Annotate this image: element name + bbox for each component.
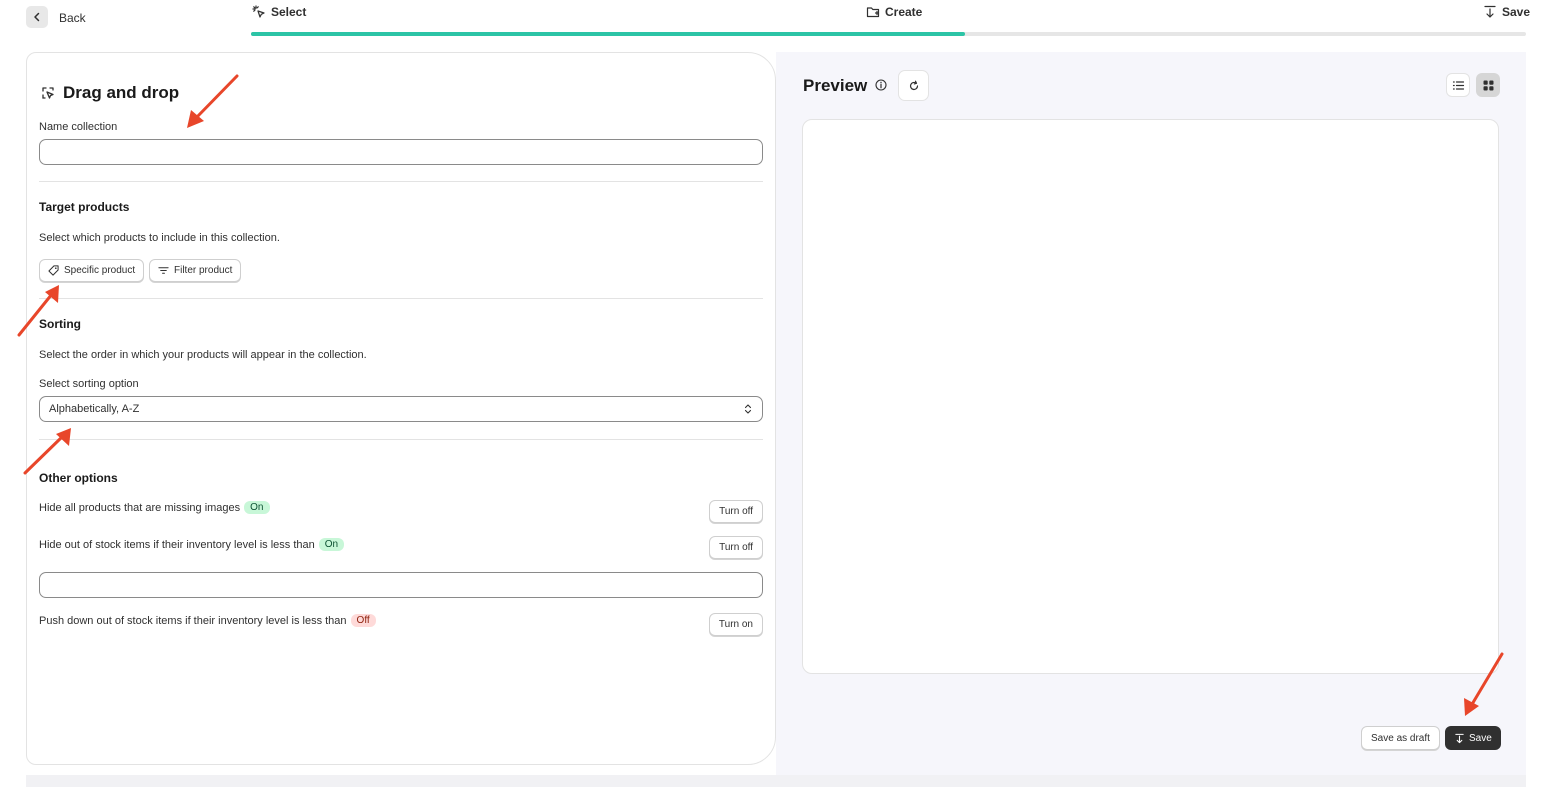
download-icon: [1484, 5, 1496, 18]
chevron-up-down-icon: [744, 404, 752, 414]
step-save[interactable]: Save: [1483, 5, 1530, 19]
specific-product-button[interactable]: Specific product: [39, 259, 145, 282]
save-button-label: Save: [1469, 732, 1492, 744]
download-icon: [1455, 733, 1464, 743]
sorting-selected-value: Alphabetically, A-Z: [49, 403, 140, 415]
section-divider: [39, 298, 763, 299]
specific-product-label: Specific product: [64, 265, 136, 276]
info-icon[interactable]: [875, 79, 887, 91]
filter-icon: [158, 267, 169, 274]
section-divider: [39, 181, 763, 182]
target-products-title: Target products: [39, 200, 130, 214]
push-down-status-badge: Off: [350, 614, 376, 627]
bottom-strip: [26, 775, 1526, 787]
form-title-row: Drag and drop: [41, 83, 179, 103]
preview-canvas: [802, 119, 1499, 674]
form-title: Drag and drop: [63, 83, 180, 102]
step-progress-fill: [251, 32, 965, 36]
sorting-select-label: Select sorting option: [39, 378, 139, 390]
missing-images-toggle-button[interactable]: Turn off: [709, 500, 763, 523]
push-down-text: Push down out of stock items if their in…: [39, 614, 347, 627]
back-button[interactable]: [26, 6, 48, 28]
inventory-level-input[interactable]: [39, 572, 763, 598]
grid-icon: [1483, 80, 1493, 90]
grid-view-button[interactable]: [1476, 73, 1500, 97]
missing-images-option: Hide all products that are missing image…: [39, 501, 270, 514]
push-down-option: Push down out of stock items if their in…: [39, 614, 376, 627]
target-products-description: Select which products to include in this…: [39, 232, 280, 244]
app-page: Back Select Create Save Drag and drop Na…: [0, 0, 1554, 787]
back-label[interactable]: Back: [59, 11, 86, 25]
drag-drop-icon: [42, 87, 54, 99]
name-collection-label: Name collection: [39, 121, 118, 133]
save-button[interactable]: Save: [1445, 726, 1501, 750]
section-divider: [39, 439, 763, 440]
out-of-stock-status-badge: On: [318, 538, 345, 551]
out-of-stock-option: Hide out of stock items if their invento…: [39, 538, 345, 551]
refresh-icon: [909, 80, 918, 90]
collection-form-panel: Drag and drop Name collection Target pro…: [26, 52, 776, 765]
sorting-title: Sorting: [39, 317, 81, 331]
step-select-label: Select: [271, 5, 307, 19]
list-view-button[interactable]: [1446, 73, 1470, 97]
out-of-stock-toggle-button[interactable]: Turn off: [709, 536, 763, 559]
step-select[interactable]: Select: [252, 5, 306, 19]
other-options-title: Other options: [39, 471, 118, 485]
refresh-button[interactable]: [898, 70, 929, 101]
step-progress-bar: [251, 32, 1526, 36]
sorting-select[interactable]: Alphabetically, A-Z: [39, 396, 763, 422]
chevron-left-icon: [34, 12, 40, 22]
filter-product-label: Filter product: [174, 265, 233, 276]
sorting-description: Select the order in which your products …: [39, 349, 367, 361]
missing-images-text: Hide all products that are missing image…: [39, 501, 241, 514]
list-icon: [1452, 80, 1464, 90]
save-as-draft-button[interactable]: Save as draft: [1361, 726, 1440, 750]
missing-images-status-badge: On: [244, 501, 270, 514]
preview-panel: Preview Save as draft Save: [776, 52, 1526, 775]
folder-plus-icon: [866, 7, 880, 18]
step-create[interactable]: Create: [866, 5, 922, 19]
preview-title: Preview: [803, 76, 868, 95]
tag-icon: [48, 265, 59, 276]
name-collection-input[interactable]: [39, 139, 763, 165]
filter-product-button[interactable]: Filter product: [149, 259, 242, 282]
cursor-click-icon: [252, 5, 265, 18]
push-down-toggle-button[interactable]: Turn on: [708, 613, 763, 636]
step-save-label: Save: [1502, 5, 1531, 19]
step-create-label: Create: [885, 5, 923, 19]
out-of-stock-text: Hide out of stock items if their invento…: [39, 538, 315, 551]
